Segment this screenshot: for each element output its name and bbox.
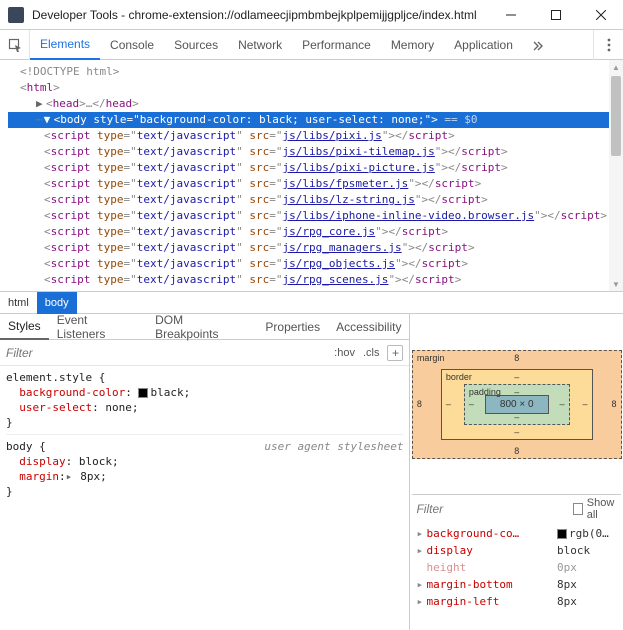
minimize-button[interactable] bbox=[488, 0, 533, 29]
computed-panel: margin 8 8 8 8 border – – – – padding – … bbox=[410, 314, 623, 630]
dom-node[interactable]: <script type="text/javascript" src="js/l… bbox=[8, 208, 609, 224]
dom-node-selected[interactable]: ⋯▼<body style="background-color: black; … bbox=[8, 112, 609, 128]
menu-kebab-icon[interactable] bbox=[593, 30, 623, 60]
dom-node[interactable]: <script type="text/javascript" src="js/r… bbox=[8, 272, 609, 288]
tab-sources[interactable]: Sources bbox=[164, 30, 228, 60]
more-tabs-icon[interactable] bbox=[523, 39, 553, 51]
dom-node[interactable]: <script type="text/javascript" src="js/l… bbox=[8, 176, 609, 192]
maximize-button[interactable] bbox=[533, 0, 578, 29]
styles-tab-dombreakpoints[interactable]: DOM Breakpoints bbox=[147, 314, 257, 340]
dom-node[interactable]: <script type="text/javascript" src="js/l… bbox=[8, 144, 609, 160]
showall-checkbox[interactable] bbox=[573, 503, 582, 515]
computed-row[interactable]: height0px bbox=[416, 559, 617, 576]
dom-node[interactable]: <script type="text/javascript" src="js/l… bbox=[8, 192, 609, 208]
breadcrumb-item[interactable]: body bbox=[37, 292, 77, 314]
styles-tabs: Styles Event Listeners DOM Breakpoints P… bbox=[0, 314, 409, 340]
inspect-element-icon[interactable] bbox=[0, 30, 30, 60]
styles-filter-row: :hov .cls + bbox=[0, 340, 409, 366]
side-panels: Styles Event Listeners DOM Breakpoints P… bbox=[0, 314, 623, 630]
box-model-margin-label: margin bbox=[417, 353, 445, 363]
tab-application[interactable]: Application bbox=[444, 30, 523, 60]
tab-memory[interactable]: Memory bbox=[381, 30, 444, 60]
dom-node[interactable]: ▶<head>…</head> bbox=[8, 96, 609, 112]
disclose-icon[interactable]: ▸ bbox=[416, 542, 426, 559]
dom-node[interactable]: <script type="text/javascript" src="js/r… bbox=[8, 240, 609, 256]
disclose-icon[interactable] bbox=[416, 559, 426, 576]
main-toolbar: Elements Console Sources Network Perform… bbox=[0, 30, 623, 60]
scroll-down-icon[interactable]: ▼ bbox=[609, 277, 623, 291]
computed-list[interactable]: ▸background-co…rgb(0…▸displayblockheight… bbox=[410, 523, 623, 612]
dom-node[interactable]: <!DOCTYPE html> bbox=[8, 64, 609, 80]
dom-node[interactable]: <script type="text/javascript" src="js/r… bbox=[8, 288, 609, 291]
breadcrumb: html body bbox=[0, 292, 623, 314]
computed-filter-row: Show all bbox=[410, 495, 623, 523]
disclose-icon[interactable]: ▸ bbox=[416, 525, 426, 542]
styles-panel: Styles Event Listeners DOM Breakpoints P… bbox=[0, 314, 410, 630]
color-swatch-icon[interactable] bbox=[138, 388, 148, 398]
showall-label[interactable]: Show all bbox=[587, 497, 617, 521]
dom-tree[interactable]: <!DOCTYPE html> <html> ▶<head>…</head> ⋯… bbox=[0, 60, 609, 291]
tab-performance[interactable]: Performance bbox=[292, 30, 381, 60]
styles-filter-input[interactable] bbox=[6, 346, 330, 360]
close-button[interactable] bbox=[578, 0, 623, 29]
elements-pane: <!DOCTYPE html> <html> ▶<head>…</head> ⋯… bbox=[0, 60, 623, 292]
new-style-rule-button[interactable]: + bbox=[387, 345, 403, 361]
box-model[interactable]: margin 8 8 8 8 border – – – – padding – … bbox=[410, 314, 623, 494]
dom-node[interactable]: <script type="text/javascript" src="js/l… bbox=[8, 160, 609, 176]
computed-row[interactable]: ▸margin-left8px bbox=[416, 593, 617, 610]
tab-network[interactable]: Network bbox=[228, 30, 292, 60]
disclose-icon[interactable]: ▸ bbox=[416, 593, 426, 610]
computed-row[interactable]: ▸background-co…rgb(0… bbox=[416, 525, 617, 542]
dom-node[interactable]: <script type="text/javascript" src="js/r… bbox=[8, 256, 609, 272]
window-title: Developer Tools - chrome-extension://odl… bbox=[32, 8, 488, 22]
titlebar: Developer Tools - chrome-extension://odl… bbox=[0, 0, 623, 30]
styles-body[interactable]: element.style { background-color: black;… bbox=[0, 366, 409, 630]
hov-toggle[interactable]: :hov bbox=[330, 347, 359, 359]
scroll-thumb[interactable] bbox=[611, 76, 621, 156]
styles-tab-properties[interactable]: Properties bbox=[257, 314, 328, 340]
color-swatch-icon[interactable] bbox=[557, 529, 567, 539]
dom-node[interactable]: <html> bbox=[8, 80, 609, 96]
tab-console[interactable]: Console bbox=[100, 30, 164, 60]
breadcrumb-item[interactable]: html bbox=[0, 292, 37, 314]
ua-stylesheet-label: user agent stylesheet bbox=[264, 439, 403, 454]
devtools-app-icon bbox=[8, 7, 24, 23]
computed-filter-input[interactable] bbox=[416, 502, 573, 516]
scroll-up-icon[interactable]: ▲ bbox=[609, 60, 623, 74]
box-model-border-label: border bbox=[446, 372, 472, 382]
cls-toggle[interactable]: .cls bbox=[359, 347, 384, 359]
disclose-icon[interactable]: ▸ bbox=[66, 469, 74, 484]
computed-row[interactable]: ▸displayblock bbox=[416, 542, 617, 559]
tab-elements[interactable]: Elements bbox=[30, 30, 100, 60]
main-tabs: Elements Console Sources Network Perform… bbox=[30, 30, 523, 60]
disclose-icon[interactable]: ▸ bbox=[416, 576, 426, 593]
computed-row[interactable]: ▸margin-bottom8px bbox=[416, 576, 617, 593]
styles-tab-accessibility[interactable]: Accessibility bbox=[328, 314, 409, 340]
styles-tab-eventlisteners[interactable]: Event Listeners bbox=[49, 314, 147, 340]
vertical-scrollbar[interactable]: ▲ ▼ bbox=[609, 60, 623, 291]
dom-node[interactable]: <script type="text/javascript" src="js/l… bbox=[8, 128, 609, 144]
styles-tab-styles[interactable]: Styles bbox=[0, 314, 49, 340]
dom-node[interactable]: <script type="text/javascript" src="js/r… bbox=[8, 224, 609, 240]
box-model-padding-label: padding bbox=[469, 387, 501, 397]
